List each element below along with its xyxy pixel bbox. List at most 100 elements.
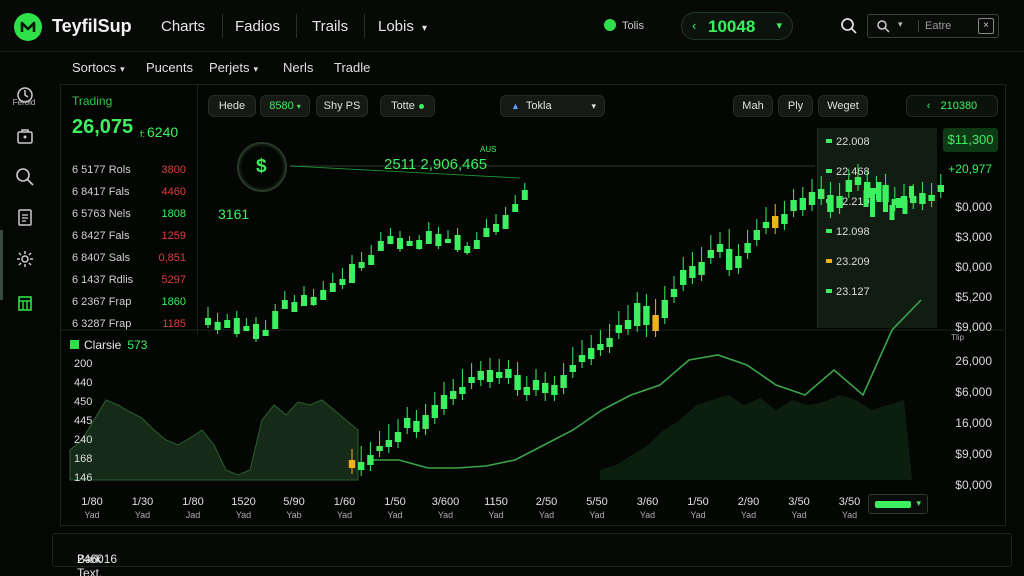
volume-area <box>69 399 359 481</box>
candle-body <box>928 195 935 201</box>
candle-body <box>483 228 490 237</box>
price-highlight: $11,300 <box>943 128 998 152</box>
candle-body <box>896 198 901 208</box>
x-tick-sub: Yad <box>437 510 454 520</box>
range-selector[interactable]: ▾ <box>868 494 928 514</box>
x-tick-value: 1150 <box>484 496 508 508</box>
candle-body <box>505 369 512 378</box>
candle-body <box>387 236 394 244</box>
candle-body <box>889 205 895 220</box>
candle-body <box>301 295 307 306</box>
candle-body <box>735 256 742 268</box>
currency-badge[interactable]: $ <box>237 142 287 192</box>
x-tick-value: 1/30 <box>131 496 154 508</box>
candle-body <box>349 264 355 283</box>
price-tick: $5,200 <box>955 290 992 304</box>
candle-body <box>781 214 788 224</box>
candle-body <box>272 311 279 329</box>
candle-body <box>473 240 480 249</box>
candle-body <box>707 250 714 258</box>
candle-body <box>560 375 567 388</box>
candle-body <box>205 318 211 325</box>
candle-body <box>358 462 365 470</box>
legend-swatch-icon <box>70 340 79 349</box>
candle-body <box>496 372 503 378</box>
price-chart[interactable] <box>0 0 1024 576</box>
candle-body <box>224 320 231 328</box>
x-tick-sub: Yad <box>740 510 757 520</box>
x-tick-sub: Yab <box>286 510 302 520</box>
x-tick-label: 1/80 Yad <box>72 496 112 522</box>
x-tick-value: 1/60 <box>333 496 356 508</box>
y-tick-label: 200 <box>74 358 93 370</box>
candle-body <box>502 215 509 229</box>
y-tick-label: 445 <box>74 415 93 427</box>
y-tick-label: 146 <box>74 472 93 484</box>
candle-body <box>827 195 834 212</box>
candle-body <box>753 230 760 240</box>
x-tick-value: 2/90 <box>737 496 760 508</box>
x-tick-value: 5/90 <box>283 496 305 508</box>
candle-body <box>445 239 451 243</box>
x-tick-sub: Yad <box>841 510 858 520</box>
candle-body <box>348 460 356 468</box>
x-tick-sub: Yad <box>639 510 656 520</box>
candle-body <box>937 185 944 192</box>
candle-body <box>606 338 613 347</box>
x-tick-sub: Yad <box>387 510 403 520</box>
x-tick-sub: Yad <box>538 510 555 520</box>
candle-body <box>404 418 411 428</box>
chevron-down-icon: ▾ <box>916 498 921 508</box>
x-tick-value: 2/50 <box>535 496 558 508</box>
candle-body <box>808 192 816 205</box>
x-tick-value: 3/600 <box>431 496 460 508</box>
candle-body <box>551 385 558 395</box>
candle-body <box>291 302 298 312</box>
candle-body <box>615 325 622 333</box>
candle-body <box>670 289 678 297</box>
candle-body <box>762 222 770 228</box>
price-tick: $6,000 <box>955 385 992 399</box>
x-tick-label: 1150 Yad <box>476 496 516 522</box>
candle-body <box>459 387 466 394</box>
x-tick-label: 1/50 Yad <box>375 496 415 522</box>
candle-body <box>542 383 549 393</box>
candle-body <box>845 180 852 192</box>
dollar-icon: $ <box>256 156 267 177</box>
x-tick-value: 3/60 <box>636 496 659 508</box>
candle-body <box>454 235 461 250</box>
candle-body <box>431 405 438 418</box>
x-tick-sub: Yad <box>134 510 151 520</box>
candle-body <box>377 241 384 251</box>
y-tick-label: 440 <box>74 377 93 389</box>
candle-body <box>863 190 869 207</box>
x-tick-sub: Yad <box>690 510 706 520</box>
x-tick-label: 3/600 Yad <box>426 496 466 522</box>
legend-label: Clarsie <box>84 338 122 352</box>
candle-body <box>477 371 484 380</box>
price-tick: $9,000 <box>955 447 992 461</box>
candle-body <box>624 320 632 329</box>
candle-body <box>253 324 259 339</box>
x-tick-label: 1520 Yad <box>224 496 264 522</box>
candle-body <box>416 240 423 249</box>
candle-body <box>385 440 392 447</box>
x-tick-label: 1/60 Yad <box>325 496 365 522</box>
candle-body <box>523 387 530 395</box>
candle-body <box>310 297 317 305</box>
price-tick: $0,000 <box>955 478 992 492</box>
x-tick-label: 3/50 Yad <box>779 496 819 522</box>
candle-body <box>790 200 797 211</box>
price-tick: $9,000 <box>955 320 992 334</box>
candle-body <box>744 243 751 253</box>
price-tick: $3,000 <box>955 230 992 244</box>
candle-body <box>870 188 875 217</box>
x-tick-value: 5/50 <box>586 496 608 508</box>
candle-body <box>512 204 519 212</box>
candle-body <box>468 377 475 383</box>
candle-body <box>818 189 825 199</box>
x-tick-value: 1/50 <box>384 496 406 508</box>
candle-body <box>493 224 499 232</box>
candle-body <box>435 234 442 246</box>
candle-body <box>413 421 420 432</box>
